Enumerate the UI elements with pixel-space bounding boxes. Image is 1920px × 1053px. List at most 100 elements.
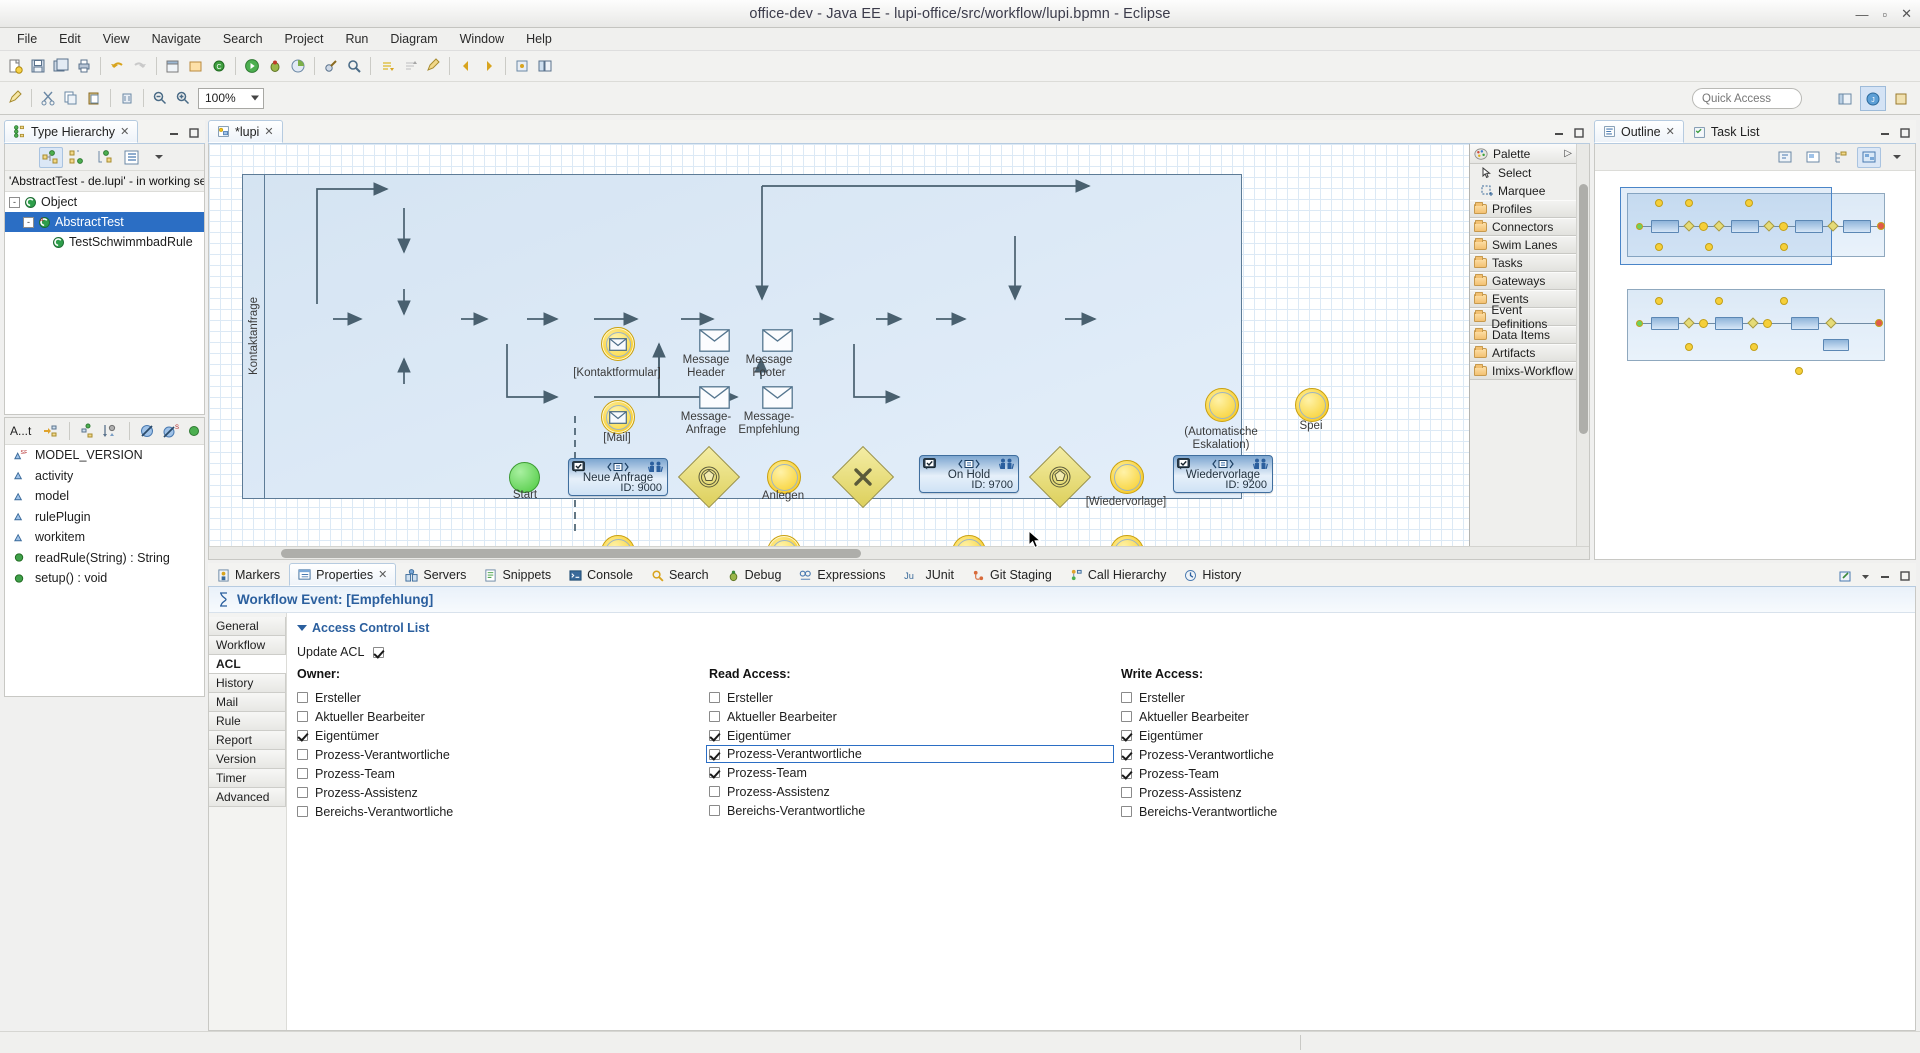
member-list-item[interactable]: model: [5, 486, 204, 507]
acl-checkbox-row[interactable]: Prozess-Verantwortliche: [1121, 745, 1533, 764]
event-shape[interactable]: [767, 460, 801, 494]
new-class-icon[interactable]: C: [208, 55, 230, 77]
supertype-hierarchy-icon[interactable]: [66, 147, 90, 168]
bpmn-node-wiedervorlage_ev[interactable]: [1110, 460, 1144, 494]
event-shape[interactable]: [1110, 460, 1144, 494]
tab-search[interactable]: Search: [642, 563, 718, 586]
tab-history[interactable]: History: [1175, 563, 1250, 586]
bpmn-node-gw2[interactable]: [831, 445, 895, 509]
tab-git-staging[interactable]: Git Staging: [963, 563, 1061, 586]
outline-thumbnail-canvas[interactable]: [1595, 171, 1915, 559]
menu-item-run[interactable]: Run: [334, 30, 379, 48]
properties-side-tab-timer[interactable]: Timer: [209, 769, 286, 788]
tree-expander-icon[interactable]: -: [9, 196, 20, 208]
run-icon[interactable]: [241, 55, 263, 77]
new-package-icon[interactable]: [185, 55, 207, 77]
outline-thumbnail-icon[interactable]: [1857, 146, 1881, 168]
update-acl-checkbox[interactable]: [373, 646, 385, 658]
view-menu-icon[interactable]: [147, 147, 171, 168]
view-controls[interactable]: [167, 126, 201, 140]
subtype-hierarchy-icon[interactable]: [93, 147, 117, 168]
tab-debug[interactable]: Debug: [718, 563, 791, 586]
copy-icon[interactable]: [60, 87, 82, 109]
member-list-item[interactable]: rulePlugin: [5, 507, 204, 528]
close-icon[interactable]: ✕: [264, 125, 273, 138]
maximize-view-icon[interactable]: [1572, 126, 1586, 140]
palette-drawer-tasks[interactable]: Tasks: [1470, 254, 1576, 272]
zoom-in-icon[interactable]: [172, 87, 194, 109]
acl-checkbox[interactable]: [1121, 711, 1132, 722]
acl-checkbox[interactable]: [1121, 787, 1132, 798]
acl-checkbox[interactable]: [297, 711, 308, 722]
acl-checkbox-row[interactable]: Eigentümer: [297, 726, 709, 745]
acl-checkbox-row[interactable]: Prozess-Assistenz: [709, 782, 1121, 801]
outline-zoom-fit-icon[interactable]: [1773, 147, 1797, 168]
perspective-switcher[interactable]: J: [1832, 86, 1914, 111]
close-icon[interactable]: ✕: [1901, 6, 1912, 22]
view-menu-list-icon[interactable]: [120, 147, 144, 168]
quick-access-input[interactable]: Quick Access: [1692, 88, 1802, 109]
bpmn-task-shape[interactable]: On Hold ID: 9700: [919, 455, 1019, 493]
member-list-item[interactable]: activity: [5, 466, 204, 487]
close-icon[interactable]: ✕: [120, 125, 129, 138]
tab-outline[interactable]: Outline ✕: [1594, 120, 1684, 143]
prev-annotation-icon[interactable]: [399, 55, 421, 77]
event-shape[interactable]: [1205, 388, 1239, 422]
menu-item-search[interactable]: Search: [212, 30, 274, 48]
acl-checkbox-row[interactable]: Prozess-Team: [709, 763, 1121, 782]
show-inherited-members-icon[interactable]: [41, 421, 61, 442]
external-tools-icon[interactable]: [320, 55, 342, 77]
tab-servers[interactable]: Servers: [396, 563, 475, 586]
canvas-horizontal-scrollbar[interactable]: [209, 546, 1589, 559]
tab-snippets[interactable]: Snippets: [475, 563, 560, 586]
minimize-icon[interactable]: —: [1855, 7, 1868, 22]
collapse-triangle-icon[interactable]: [297, 625, 307, 631]
acl-checkbox-row[interactable]: Prozess-Verantwortliche: [297, 745, 709, 764]
tab-properties[interactable]: Properties ✕: [289, 563, 397, 586]
member-list-tab-label[interactable]: A...t: [10, 424, 37, 438]
hide-fields-icon[interactable]: [137, 421, 157, 442]
new-icon[interactable]: [4, 55, 26, 77]
acl-checkbox-row[interactable]: Bereichs-Verantwortliche: [297, 802, 709, 821]
palette-drawer-swim-lanes[interactable]: Swim Lanes: [1470, 236, 1576, 254]
bpmn-task-shape[interactable]: Wiedervorlage ID: 9200: [1173, 455, 1273, 493]
search-toolbar-icon[interactable]: [343, 55, 365, 77]
acl-checkbox[interactable]: [297, 806, 308, 817]
scrollbar-thumb[interactable]: [1579, 184, 1588, 434]
new-java-project-icon[interactable]: [162, 55, 184, 77]
acl-checkbox[interactable]: [709, 730, 720, 741]
bpmn-node-speichern3[interactable]: [1295, 388, 1329, 422]
save-all-icon[interactable]: [50, 55, 72, 77]
back-icon[interactable]: [455, 55, 477, 77]
type-hierarchy-tree[interactable]: - Object - A AbstractTest TestSchwimmbadRule: [5, 192, 204, 252]
properties-side-tab-history[interactable]: History: [209, 674, 286, 693]
zoom-out-icon[interactable]: [149, 87, 171, 109]
tab-console[interactable]: Console: [560, 563, 642, 586]
maximize-icon[interactable]: ▫: [1882, 7, 1887, 22]
acl-checkbox[interactable]: [297, 730, 308, 741]
outline-overview-icon[interactable]: [1801, 147, 1825, 168]
outline-view-menu-icon[interactable]: [1885, 147, 1909, 168]
zoom-level-combo[interactable]: 100%: [198, 87, 264, 109]
message-event-shape[interactable]: [601, 400, 635, 434]
type-hierarchy-row[interactable]: - A AbstractTest: [5, 212, 204, 232]
acl-checkbox-row[interactable]: Aktueller Bearbeiter: [709, 707, 1121, 726]
acl-checkbox[interactable]: [709, 767, 720, 778]
minimize-view-icon[interactable]: [1878, 569, 1892, 583]
acl-section-header[interactable]: Access Control List: [297, 621, 1915, 635]
type-hierarchy-row[interactable]: TestSchwimmbadRule: [5, 232, 204, 252]
acl-checkbox-row[interactable]: Eigentümer: [1121, 726, 1533, 745]
tab-call-hierarchy[interactable]: Call Hierarchy: [1061, 563, 1176, 586]
palette-tool-select[interactable]: Select: [1470, 164, 1576, 182]
properties-side-tab-general[interactable]: General: [209, 617, 286, 636]
tab-expressions[interactable]: Expressions: [790, 563, 894, 586]
menu-item-view[interactable]: View: [92, 30, 141, 48]
palette-drawer-profiles[interactable]: Profiles: [1470, 200, 1576, 218]
delete-icon[interactable]: [116, 87, 138, 109]
acl-checkbox-row[interactable]: Prozess-Team: [1121, 764, 1533, 783]
view-menu-icon[interactable]: [1858, 569, 1872, 583]
bpmn-node-neue_anfrage[interactable]: Neue Anfrage ID: 9000: [568, 458, 668, 496]
bpmn-node-gw3[interactable]: [1028, 445, 1092, 509]
tab-task-list[interactable]: Task List: [1684, 120, 1769, 143]
properties-side-tab-version[interactable]: Version: [209, 750, 286, 769]
